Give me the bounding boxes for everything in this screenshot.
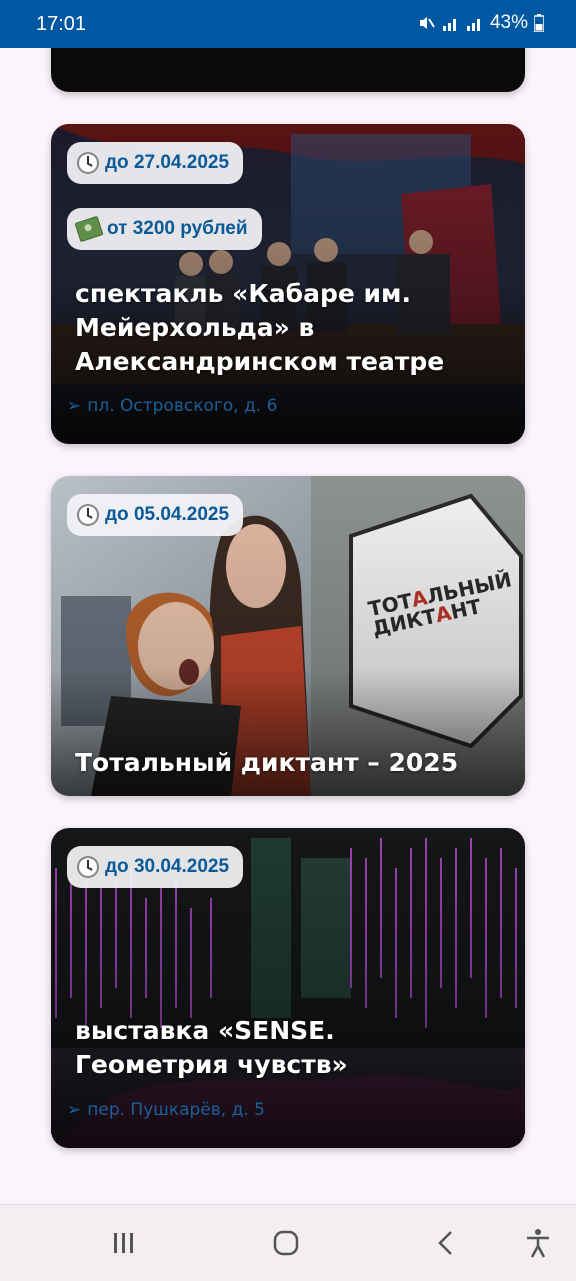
arrow-right-icon: ➢ <box>67 396 82 416</box>
deadline-badge: до 30.04.2025 <box>67 846 244 888</box>
event-title: Тотальный диктант – 2025 <box>75 748 459 777</box>
battery-percent: 43% <box>489 12 528 33</box>
money-icon <box>74 215 104 243</box>
back-icon <box>438 1231 452 1255</box>
event-card[interactable]: ТОТАЛЬНЫЙДИКТАНТ до 05.04.2025 Тотальный… <box>51 476 525 796</box>
mute-icon <box>419 17 435 29</box>
clock-icon <box>77 504 99 526</box>
back-button[interactable] <box>428 1225 464 1261</box>
navigation-bar <box>0 1204 576 1281</box>
deadline-text: до 27.04.2025 <box>105 152 230 173</box>
status-icons: 43% <box>416 12 544 34</box>
accessibility-icon <box>527 1229 549 1258</box>
battery-icon <box>534 14 544 32</box>
recent-apps-icon <box>114 1233 133 1253</box>
signal-icon <box>442 19 456 31</box>
home-icon <box>273 1230 299 1256</box>
status-bar: 17:01 43% <box>0 0 576 48</box>
price-text: от 3200 рублей <box>107 218 248 239</box>
address-text: пер. Пушкарёв, д. 5 <box>87 1100 265 1120</box>
event-title: спектакль «Кабаре им. Мейерхольда» в Але… <box>75 279 445 376</box>
event-list[interactable]: до 27.04.2025 от 3200 рублей спектакль «… <box>0 48 576 1204</box>
price-badge: от 3200 рублей <box>67 208 262 250</box>
status-time: 17:01 <box>36 13 87 35</box>
address-text: пл. Островского, д. 6 <box>87 396 278 416</box>
deadline-badge: до 05.04.2025 <box>67 494 244 536</box>
deadline-text: до 05.04.2025 <box>105 504 230 525</box>
arrow-right-icon: ➢ <box>67 1100 82 1120</box>
clock-icon <box>77 152 99 174</box>
event-card[interactable]: до 27.04.2025 от 3200 рублей спектакль «… <box>51 124 525 444</box>
home-button[interactable] <box>264 1225 308 1261</box>
accessibility-button[interactable] <box>520 1225 556 1261</box>
event-address: ➢ пл. Островского, д. 6 <box>67 396 277 416</box>
deadline-badge: до 27.04.2025 <box>67 142 244 184</box>
recent-apps-button[interactable] <box>104 1225 144 1261</box>
signal-icon-2 <box>466 19 480 31</box>
event-title: выставка «SENSE. Геометрия чувств» <box>75 1016 348 1079</box>
deadline-text: до 30.04.2025 <box>105 856 230 877</box>
event-address: ➢ пер. Пушкарёв, д. 5 <box>67 1100 265 1120</box>
event-card-partial[interactable] <box>51 48 525 92</box>
clock-icon <box>77 856 99 878</box>
event-card[interactable]: до 30.04.2025 выставка «SENSE. Геометрия… <box>51 828 525 1148</box>
